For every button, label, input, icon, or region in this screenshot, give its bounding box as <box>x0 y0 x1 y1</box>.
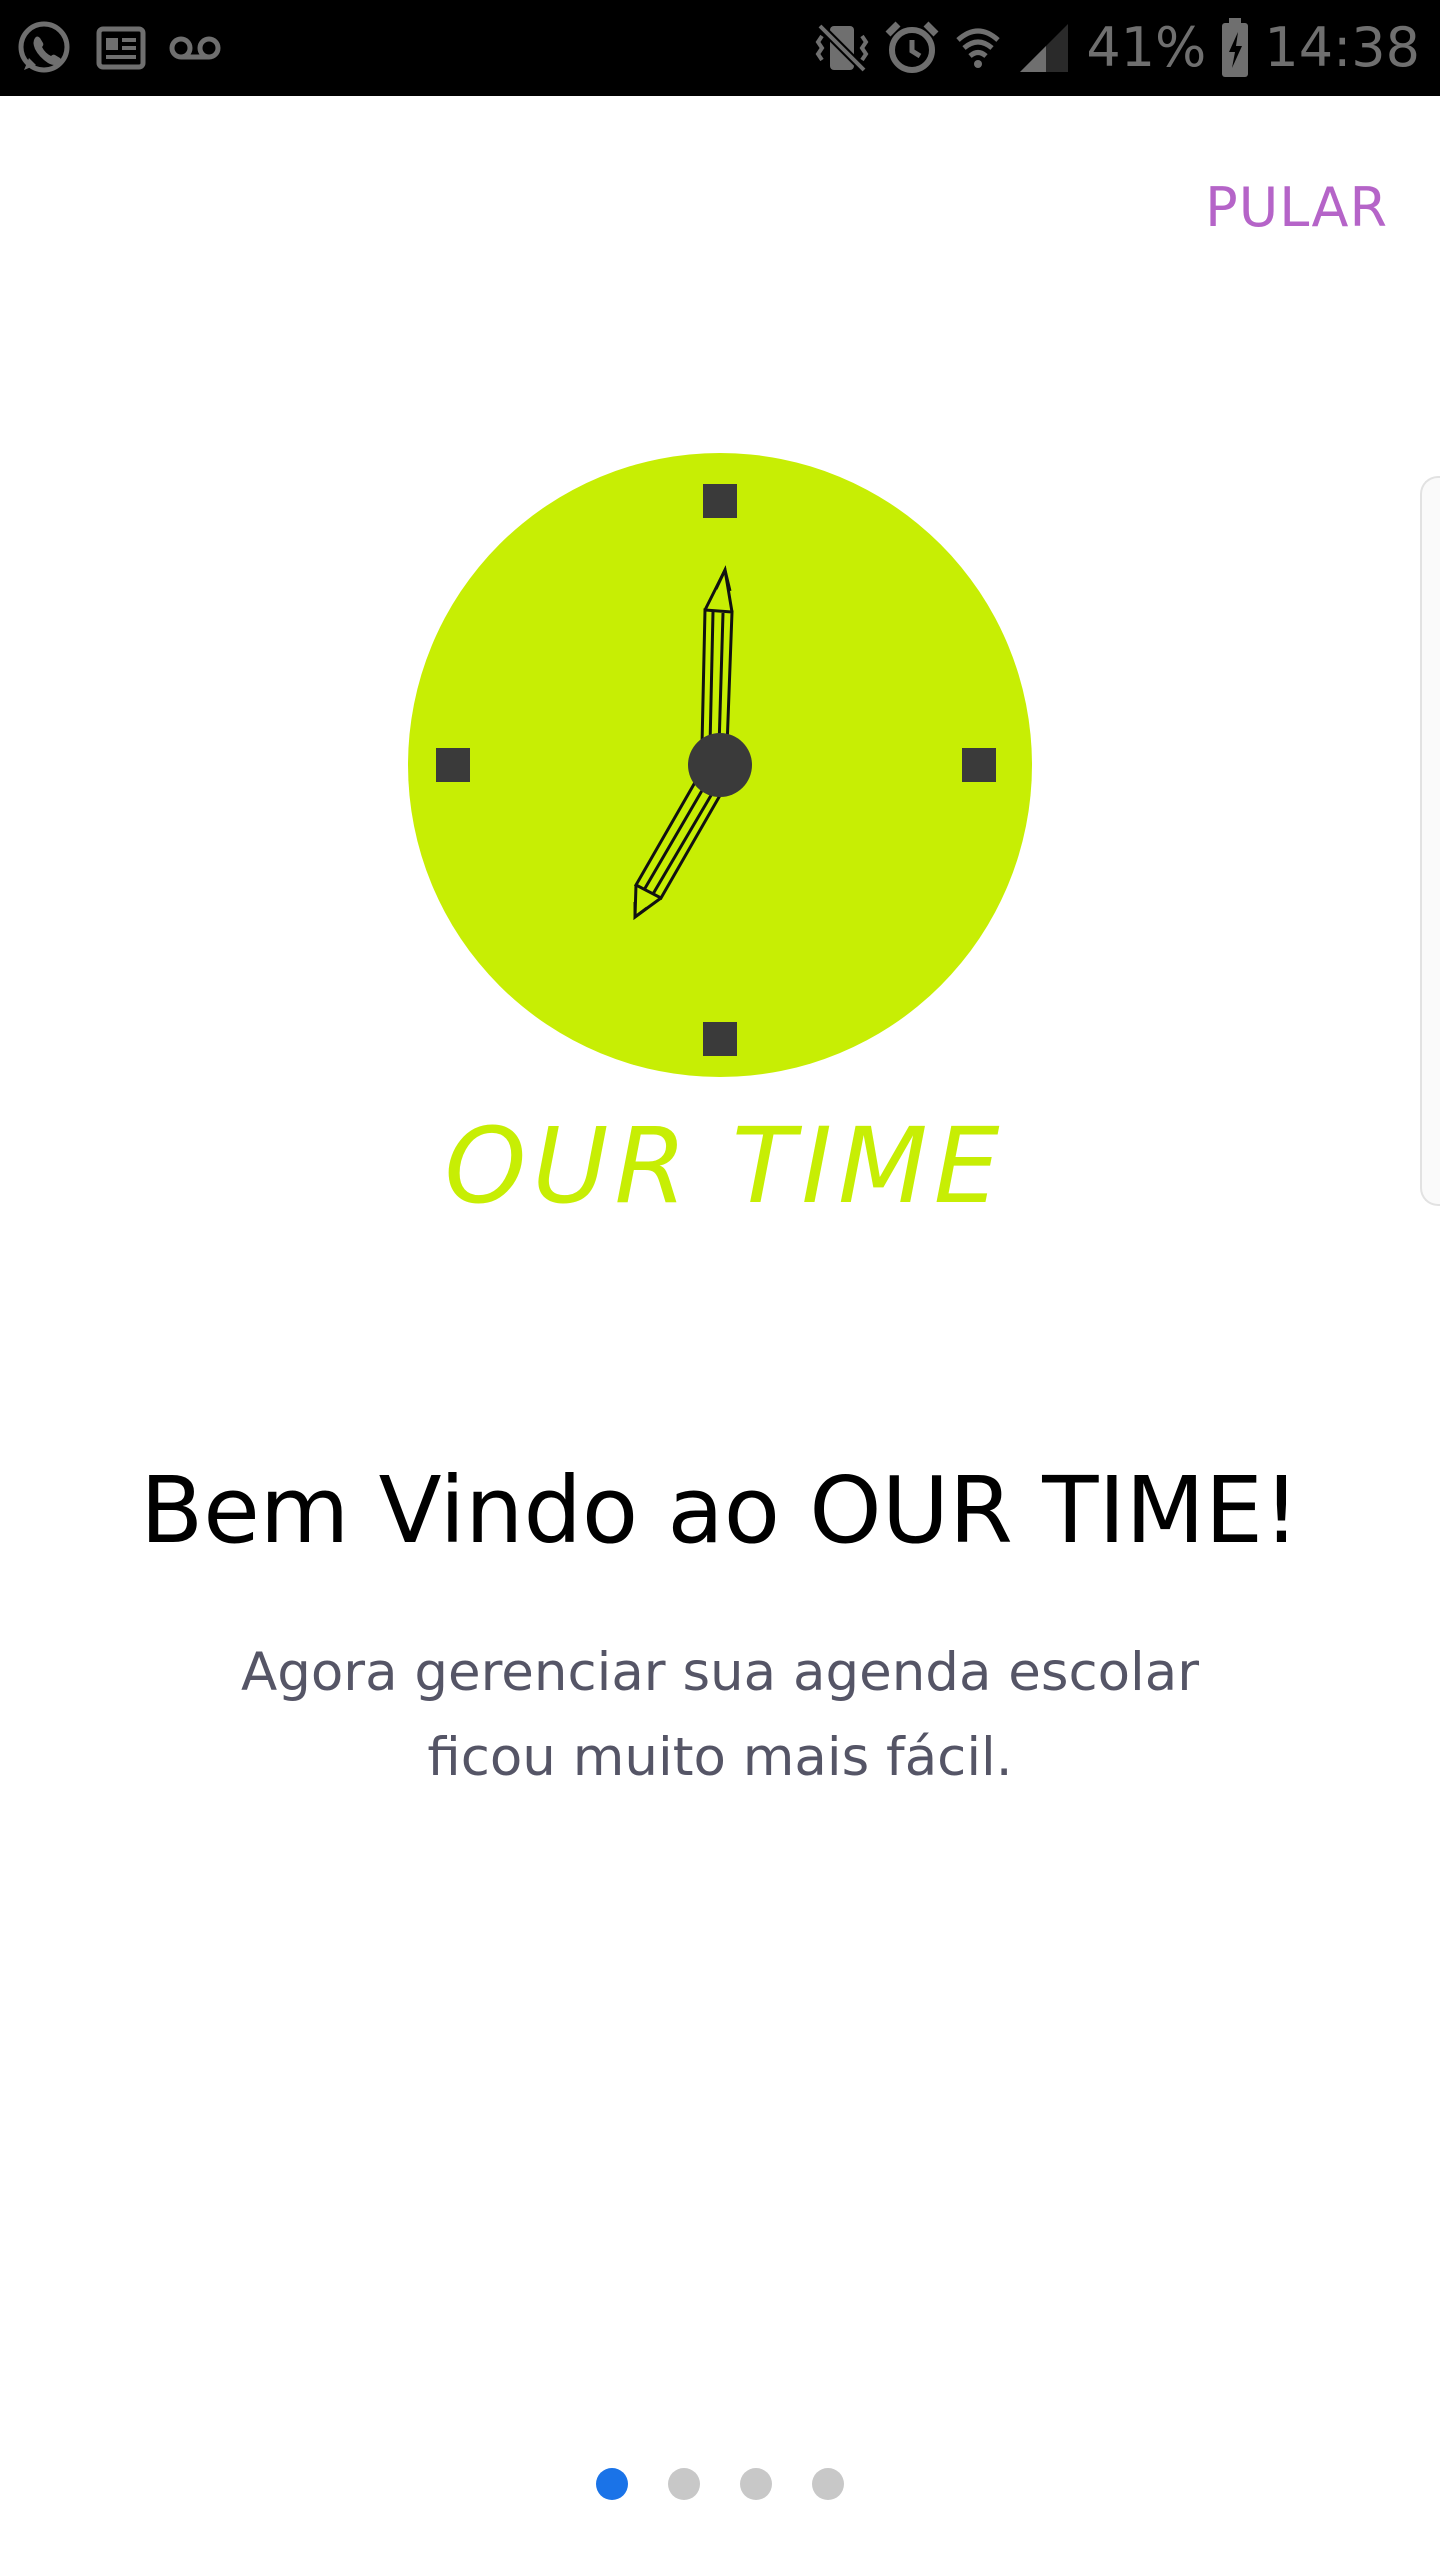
vibrate-icon <box>814 20 870 76</box>
page-indicator <box>0 2468 1440 2500</box>
skip-button[interactable]: PULAR <box>1205 176 1388 239</box>
wifi-icon <box>954 20 1002 76</box>
status-bar: 41% 14:38 <box>0 0 1440 96</box>
hour-mark-12 <box>703 484 737 518</box>
voicemail-icon <box>168 33 222 63</box>
signal-icon <box>1016 20 1072 76</box>
welcome-line-2: ficou muito mais fácil. <box>427 1727 1013 1788</box>
alarm-icon <box>884 20 940 76</box>
our-time-logo: OUR TIME <box>380 440 1080 1230</box>
logo-text: OUR TIME <box>445 1105 1006 1227</box>
welcome-line-1: Agora gerenciar sua agenda escolar <box>240 1642 1200 1703</box>
whatsapp-icon <box>14 18 74 78</box>
welcome-title: Bem Vindo ao OUR TIME! <box>140 1457 1300 1564</box>
page-dot-4[interactable] <box>812 2468 844 2500</box>
battery-percent: 41% <box>1086 16 1207 79</box>
hour-mark-3 <box>962 748 996 782</box>
hour-mark-6 <box>703 1022 737 1056</box>
edge-panel-handle[interactable] <box>1420 476 1440 1206</box>
clock-center <box>688 733 752 797</box>
page-dot-3[interactable] <box>740 2468 772 2500</box>
status-right-icons: 41% 14:38 <box>814 10 1420 86</box>
clock: 14:38 <box>1264 16 1420 79</box>
hour-mark-9 <box>436 748 470 782</box>
news-icon <box>96 26 146 70</box>
page-dot-1[interactable] <box>596 2468 628 2500</box>
page-dot-2[interactable] <box>668 2468 700 2500</box>
welcome-description: Agora gerenciar sua agenda escolar ficou… <box>170 1630 1270 1800</box>
status-left-icons <box>14 18 222 78</box>
battery-charging-icon <box>1220 18 1250 78</box>
